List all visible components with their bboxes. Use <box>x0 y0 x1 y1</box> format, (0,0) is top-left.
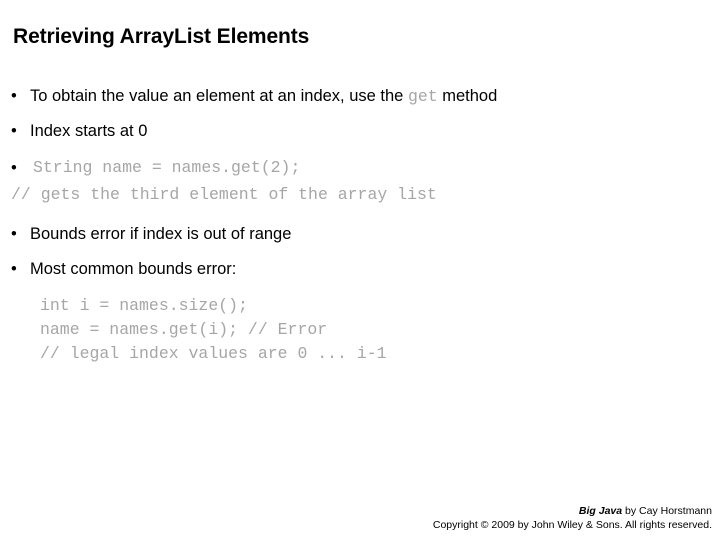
bullet-item-code-sample-1: • String name = names.get(2); <box>0 156 720 180</box>
footer-byline: by Cay Horstmann <box>622 505 712 517</box>
footer: Big Java by Cay Horstmann Copyright © 20… <box>433 504 712 532</box>
bullet-dot-icon: • <box>11 122 17 140</box>
bullet-item-most-common-bounds-error: • Most common bounds error: <box>0 259 720 280</box>
footer-attribution: Big Java by Cay Horstmann <box>433 504 712 518</box>
bullet-text: Most common bounds error: <box>30 260 237 278</box>
bullet-dot-icon: • <box>11 159 17 177</box>
slide: Retrieving ArrayList Elements • To obtai… <box>0 0 720 540</box>
footer-copyright: Copyright © 2009 by John Wiley & Sons. A… <box>432 519 712 531</box>
code-line-size: int i = names.size(); <box>40 296 248 315</box>
slide-body: • To obtain the value an element at an i… <box>0 86 720 366</box>
bullet-dot-icon: • <box>11 225 17 243</box>
bullet-dot-icon: • <box>11 87 17 105</box>
bullet-text-before-code: To obtain the value an element at an ind… <box>30 87 408 105</box>
bullet-item-get-method: • To obtain the value an element at an i… <box>0 86 720 107</box>
bullet-item-index-starts: • Index starts at 0 <box>0 121 720 142</box>
bullet-dot-icon: • <box>11 260 17 278</box>
footer-book-title: Big Java <box>578 505 623 517</box>
code-block-bounds-error: int i = names.size(); name = names.get(i… <box>0 294 720 366</box>
bullet-item-bounds-error: • Bounds error if index is out of range <box>0 224 720 245</box>
page-title: Retrieving ArrayList Elements <box>13 25 310 48</box>
inline-code-get: get <box>407 87 438 106</box>
bullet-text: Bounds error if index is out of range <box>30 225 292 243</box>
code-line-comment-legal-index: // legal index values are 0 ... i-1 <box>40 344 387 363</box>
code-line-comment-gets-third: // gets the third element of the array l… <box>11 185 437 204</box>
bullet-text: Index starts at 0 <box>30 122 148 140</box>
bullet-text-after-code: method <box>437 87 498 105</box>
code-line-get-2: String name = names.get(2); <box>33 158 301 177</box>
code-line-get-i-error: name = names.get(i); // Error <box>40 320 328 339</box>
